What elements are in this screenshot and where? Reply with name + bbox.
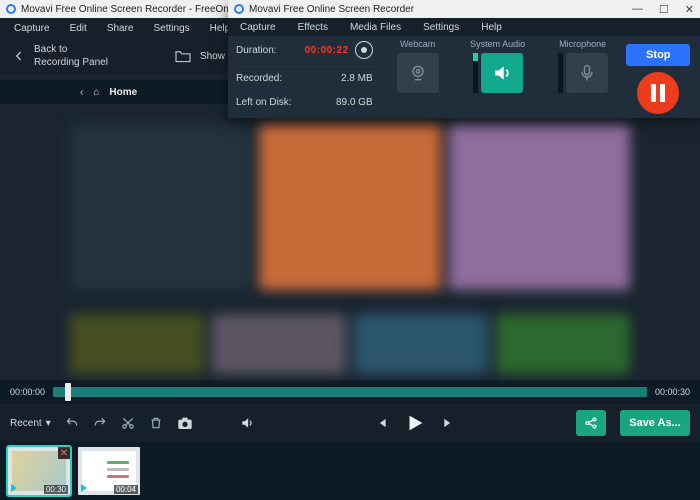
webcam-icon	[408, 63, 428, 83]
microphone-toggle[interactable]	[566, 53, 608, 93]
save-as-label: Save As...	[629, 417, 681, 429]
target-icon[interactable]	[355, 41, 373, 59]
rec-menu-effects[interactable]: Effects	[298, 22, 328, 33]
clip-thumbnail[interactable]: ✕ 00:30	[8, 447, 70, 495]
save-as-button[interactable]: Save As...	[620, 410, 690, 436]
capture-sources: Webcam System Audio Microphone	[381, 36, 625, 118]
recent-label: Recent	[10, 418, 42, 429]
camera-icon[interactable]	[177, 416, 193, 430]
editor-preview: ‹ ⌂ Home 00:00:00 00:00:30	[0, 74, 700, 500]
blurred-card	[70, 124, 251, 290]
share-icon	[584, 416, 598, 430]
undo-icon[interactable]	[65, 416, 79, 430]
home-chevron-icon: ‹	[80, 87, 83, 98]
thumb-play-icon	[81, 484, 87, 492]
recorder-menubar: Capture Effects Media Files Settings Hel…	[228, 18, 700, 36]
disk-label: Left on Disk:	[236, 97, 292, 108]
home-label: Home	[109, 87, 137, 98]
window-maximize-button[interactable]: ☐	[659, 3, 669, 16]
skip-prev-icon[interactable]	[374, 416, 388, 430]
microphone-label: Microphone	[559, 39, 606, 49]
thumb-close-icon[interactable]: ✕	[58, 447, 70, 459]
menu-share[interactable]: Share	[107, 23, 134, 34]
menu-capture[interactable]: Capture	[14, 23, 50, 34]
editor-toolbar: Recent ▾	[0, 404, 700, 442]
window-close-button[interactable]: ✕	[685, 3, 694, 16]
blurred-card	[496, 314, 630, 374]
recorder-title: Movavi Free Online Screen Recorder	[249, 4, 414, 15]
skip-next-icon[interactable]	[442, 416, 456, 430]
blurred-card	[354, 314, 488, 374]
system-audio-level	[473, 53, 478, 93]
share-button[interactable]	[576, 410, 606, 436]
chevron-down-icon: ▾	[46, 418, 51, 429]
recorder-titlebar[interactable]: Movavi Free Online Screen Recorder — ☐ ✕	[228, 0, 700, 18]
timeline-track[interactable]	[53, 387, 647, 397]
speaker-icon	[492, 63, 512, 83]
rec-menu-settings[interactable]: Settings	[423, 22, 459, 33]
redo-icon[interactable]	[93, 416, 107, 430]
stop-button[interactable]: Stop	[626, 44, 690, 66]
pause-icon	[651, 84, 665, 102]
system-audio-label: System Audio	[470, 39, 525, 49]
play-icon[interactable]	[404, 412, 426, 434]
thumb-play-icon	[11, 484, 17, 492]
home-icon: ⌂	[93, 87, 99, 98]
blurred-card	[259, 124, 440, 290]
pause-button[interactable]	[637, 72, 679, 114]
folder-icon	[174, 49, 192, 63]
disk-value: 89.0 GB	[336, 97, 373, 108]
stop-label: Stop	[646, 49, 670, 61]
microphone-level	[558, 53, 563, 93]
blurred-card	[212, 314, 346, 374]
menu-settings[interactable]: Settings	[154, 23, 190, 34]
menu-edit[interactable]: Edit	[70, 23, 87, 34]
timeline-start: 00:00:00	[10, 387, 45, 397]
webcam-toggle[interactable]	[397, 53, 439, 93]
webcam-label: Webcam	[400, 39, 435, 49]
duration-value: 00:00:22	[305, 45, 349, 56]
clip-thumbnail[interactable]: 00:04	[78, 447, 140, 495]
back-to-recording-button[interactable]: Back to Recording Panel	[12, 43, 108, 69]
thumb-duration: 00:04	[114, 485, 138, 494]
arrow-left-icon	[12, 49, 26, 63]
thumb-duration: 00:30	[44, 485, 68, 494]
timeline: 00:00:00 00:00:30	[0, 380, 700, 404]
recorded-content-preview: ‹ ⌂ Home 00:00:00 00:00:30	[0, 74, 700, 500]
rec-menu-capture[interactable]: Capture	[240, 22, 276, 33]
recorder-window: Movavi Free Online Screen Recorder — ☐ ✕…	[228, 0, 700, 118]
trash-icon[interactable]	[149, 416, 163, 430]
volume-icon[interactable]	[239, 416, 255, 430]
timeline-end: 00:00:30	[655, 387, 690, 397]
clip-thumbnails: ✕ 00:30 00:04	[0, 442, 700, 500]
recorded-value: 2.8 MB	[341, 73, 373, 84]
back-line2: Recording Panel	[34, 56, 108, 69]
blurred-card	[70, 314, 204, 374]
rec-menu-help[interactable]: Help	[481, 22, 502, 33]
microphone-icon	[577, 63, 597, 83]
back-line1: Back to	[34, 43, 108, 56]
system-audio-toggle[interactable]	[481, 53, 523, 93]
window-minimize-button[interactable]: —	[632, 3, 643, 16]
cut-icon[interactable]	[121, 416, 135, 430]
timeline-handle[interactable]	[65, 383, 71, 401]
recording-stats: Duration: 00:00:22 Recorded: 2.8 MB Left…	[228, 36, 381, 118]
blurred-card	[449, 124, 630, 290]
app-logo-icon	[234, 4, 244, 14]
duration-label: Duration:	[236, 45, 277, 56]
rec-menu-media[interactable]: Media Files	[350, 22, 401, 33]
app-logo-icon	[6, 4, 16, 14]
recent-dropdown[interactable]: Recent ▾	[10, 418, 51, 429]
recorded-label: Recorded:	[236, 73, 282, 84]
